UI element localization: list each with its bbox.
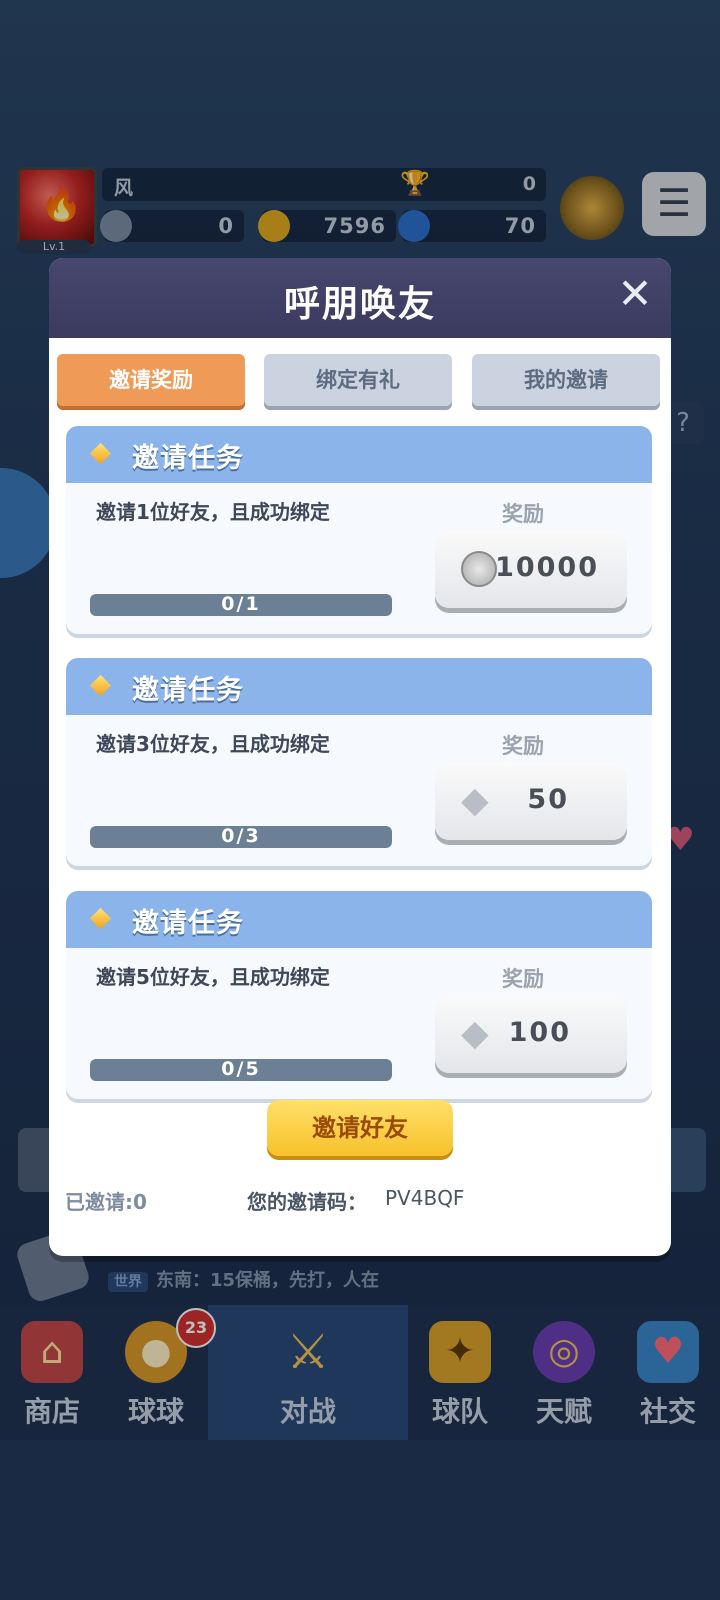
- task-title: 邀请任务: [132, 908, 244, 939]
- diamond-bullet-icon: [89, 674, 112, 697]
- task-description: 邀请3位好友，且成功绑定: [96, 732, 330, 756]
- tab-my-invites[interactable]: 我的邀请: [472, 354, 660, 406]
- progress-text: 0/5: [221, 1058, 261, 1080]
- tab-invite-rewards[interactable]: 邀请奖励: [57, 354, 245, 406]
- task-progress-bar: 0/5: [90, 1058, 392, 1081]
- dialog-title: 呼朋唤友: [283, 284, 436, 325]
- reward-label: 奖励: [502, 967, 544, 991]
- close-icon: ✕: [617, 269, 653, 318]
- reward-value: 100: [508, 1017, 571, 1048]
- progress-text: 0/1: [221, 593, 261, 615]
- diamond-bullet-icon: [89, 442, 112, 465]
- task-card-header: 邀请任务: [66, 658, 652, 715]
- task-description: 邀请5位好友，且成功绑定: [96, 965, 330, 989]
- task-card-header: 邀请任务: [66, 426, 652, 483]
- dialog-header: 呼朋唤友 ✕: [49, 258, 671, 338]
- invite-friends-dialog: 呼朋唤友 ✕ 邀请奖励 绑定有礼 我的邀请 邀请任务 邀请1位好友，且成功绑定 …: [49, 258, 671, 1256]
- reward-value: 10000: [495, 552, 599, 583]
- invite-friends-button[interactable]: 邀请好友: [267, 1100, 453, 1156]
- task-title: 邀请任务: [132, 443, 244, 474]
- task-card: 邀请任务 邀请3位好友，且成功绑定 奖励 ◆ 50 0/3: [66, 658, 652, 866]
- task-card: 邀请任务 邀请1位好友，且成功绑定 奖励 10000 0/1: [66, 426, 652, 634]
- reward-label: 奖励: [502, 502, 544, 526]
- close-button[interactable]: ✕: [613, 272, 657, 316]
- silver-coin-icon: [461, 551, 497, 587]
- reward-value: 50: [527, 784, 569, 815]
- task-title: 邀请任务: [132, 675, 244, 706]
- reward-button[interactable]: ◆ 100: [435, 995, 627, 1073]
- reward-button[interactable]: ◆ 50: [435, 762, 627, 840]
- task-progress-bar: 0/1: [90, 593, 392, 616]
- task-card-header: 邀请任务: [66, 891, 652, 948]
- invite-code-label: 您的邀请码：: [247, 1190, 367, 1214]
- task-card: 邀请任务 邀请5位好友，且成功绑定 奖励 ◆ 100 0/5: [66, 891, 652, 1099]
- reward-label: 奖励: [502, 734, 544, 758]
- invited-count: 已邀请:0: [65, 1190, 147, 1214]
- progress-text: 0/3: [221, 825, 261, 847]
- diamond-icon: ◆: [461, 1013, 489, 1054]
- task-progress-bar: 0/3: [90, 825, 392, 848]
- invite-code-value[interactable]: PV4BQF: [385, 1186, 464, 1210]
- tab-binding-gifts[interactable]: 绑定有礼: [264, 354, 452, 406]
- task-description: 邀请1位好友，且成功绑定: [96, 500, 330, 524]
- diamond-bullet-icon: [89, 907, 112, 930]
- task-list[interactable]: 邀请任务 邀请1位好友，且成功绑定 奖励 10000 0/1 邀请任务 邀请3位…: [49, 424, 671, 1140]
- diamond-icon: ◆: [461, 780, 489, 821]
- bottom-area: [0, 1440, 720, 1600]
- reward-button[interactable]: 10000: [435, 530, 627, 608]
